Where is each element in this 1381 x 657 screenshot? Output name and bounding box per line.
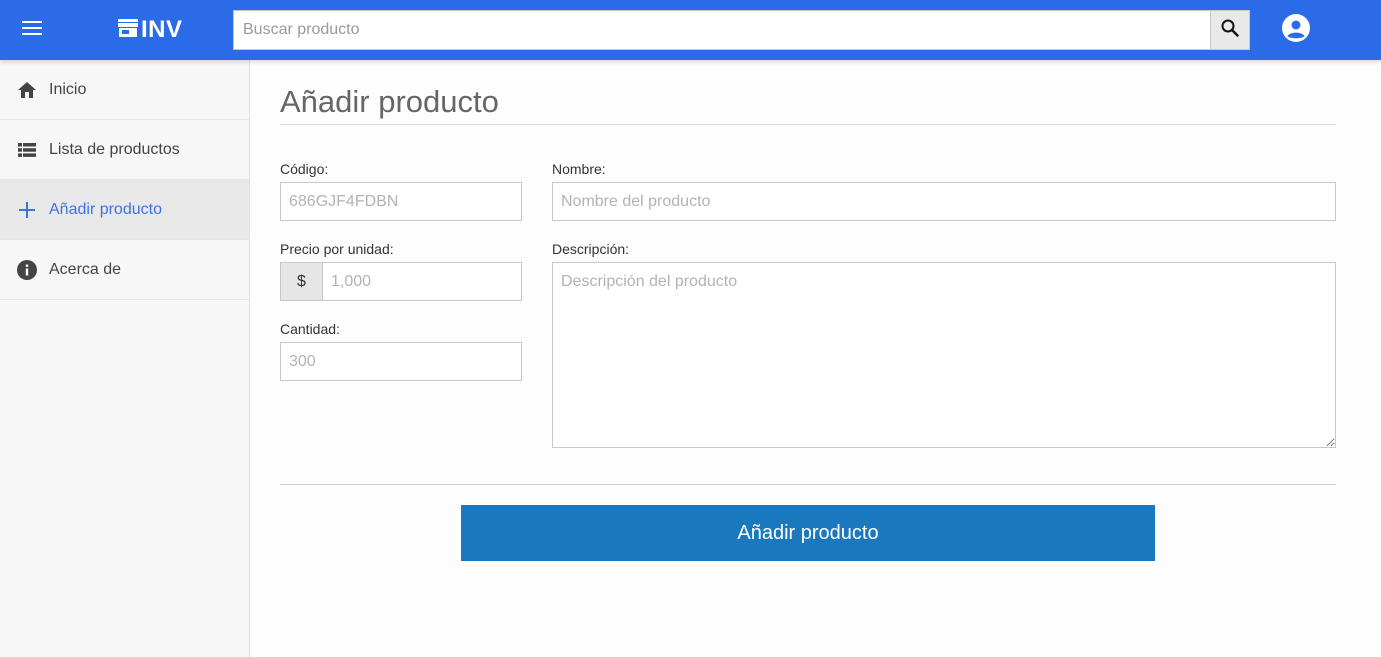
home-icon	[17, 80, 37, 100]
brand-name: INV	[141, 16, 183, 43]
descripcion-label: Descripción:	[552, 241, 630, 257]
search-input[interactable]	[233, 10, 1210, 50]
hamburger-icon	[22, 20, 42, 40]
precio-field[interactable]	[322, 262, 522, 301]
precio-label: Precio por unidad:	[280, 241, 394, 257]
main-content: Añadir producto Código: Nombre: Precio p…	[250, 60, 1381, 657]
cantidad-field[interactable]	[280, 342, 522, 381]
search-icon	[1221, 19, 1239, 42]
sidebar-item-label: Acerca de	[49, 260, 122, 278]
sidebar: Inicio Lista de productos Añadir product…	[0, 60, 250, 657]
sidebar-item-label: Inicio	[49, 80, 87, 98]
account-button[interactable]	[1280, 13, 1312, 47]
sidebar-item-acerca-de[interactable]: Acerca de	[0, 240, 249, 300]
menu-button[interactable]	[16, 16, 48, 44]
page-title: Añadir producto	[280, 84, 499, 119]
search-button[interactable]	[1210, 10, 1250, 50]
store-icon	[118, 16, 138, 44]
add-product-button[interactable]: Añadir producto	[461, 505, 1155, 561]
sidebar-item-anadir-producto[interactable]: Añadir producto	[0, 180, 249, 240]
cantidad-label: Cantidad:	[280, 321, 340, 337]
sidebar-item-label: Lista de productos	[49, 140, 180, 158]
search-bar	[233, 10, 1250, 50]
top-bar: INV	[0, 0, 1381, 60]
sidebar-item-lista-de-productos[interactable]: Lista de productos	[0, 120, 249, 180]
sidebar-item-inicio[interactable]: Inicio	[0, 60, 249, 120]
brand-logo[interactable]: INV	[118, 14, 183, 46]
nombre-label: Nombre:	[552, 161, 606, 177]
plus-icon	[17, 200, 37, 220]
codigo-field[interactable]	[280, 182, 522, 221]
info-icon	[17, 259, 37, 280]
list-icon	[17, 140, 37, 160]
nombre-field[interactable]	[552, 182, 1336, 221]
descripcion-field[interactable]	[552, 262, 1336, 448]
codigo-label: Código:	[280, 161, 329, 177]
title-divider	[280, 124, 1336, 125]
currency-addon: $	[280, 262, 322, 301]
sidebar-item-label: Añadir producto	[49, 200, 162, 218]
account-circle-icon	[1282, 13, 1310, 47]
form-divider	[280, 484, 1336, 485]
